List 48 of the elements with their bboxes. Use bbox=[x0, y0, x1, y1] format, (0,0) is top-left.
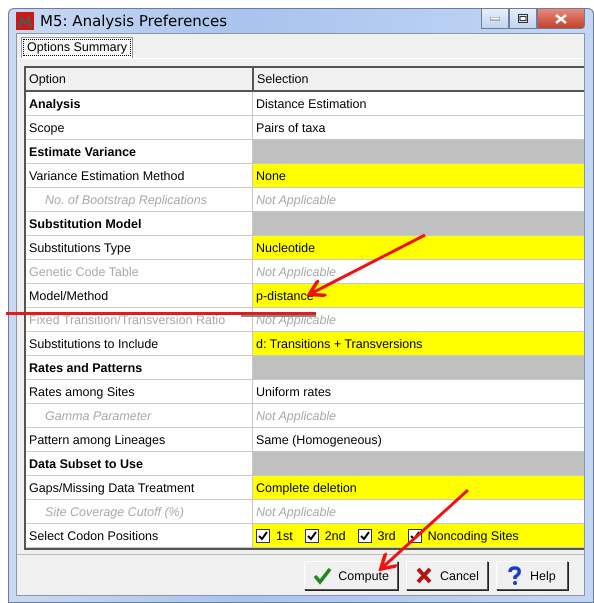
option-label: Substitutions to Include bbox=[26, 332, 252, 356]
minimize-button[interactable] bbox=[481, 9, 509, 29]
selection-value[interactable]: Complete deletion bbox=[252, 476, 584, 500]
tab[interactable]: Options Summary bbox=[21, 37, 134, 58]
checkbox-label[interactable]: 3rd bbox=[378, 528, 396, 542]
maximize-icon bbox=[518, 14, 528, 23]
check-icon bbox=[313, 566, 332, 585]
x-icon bbox=[415, 566, 434, 585]
cancel-button[interactable]: Cancel bbox=[406, 561, 488, 590]
checkbox[interactable] bbox=[358, 528, 372, 542]
option-label: Analysis bbox=[26, 92, 252, 116]
option-label: Genetic Code Table bbox=[26, 260, 252, 284]
option-label: Rates among Sites bbox=[26, 380, 252, 404]
option-label: Gamma Parameter bbox=[26, 404, 252, 428]
option-label: Pattern among Lineages bbox=[26, 428, 252, 452]
checkbox[interactable] bbox=[304, 528, 319, 542]
selection-value[interactable]: None bbox=[252, 164, 584, 188]
app-logo-icon bbox=[16, 12, 34, 30]
option-label: Gaps/Missing Data Treatment bbox=[26, 476, 252, 500]
checkbox[interactable] bbox=[256, 528, 270, 542]
selection-value[interactable]: Nucleotide bbox=[252, 236, 584, 260]
option-label: Rates and Patterns bbox=[26, 356, 252, 380]
option-label: Data Subset to Use bbox=[26, 452, 252, 476]
close-button[interactable] bbox=[537, 9, 585, 29]
window-title: M5: Analysis Preferences bbox=[40, 12, 228, 30]
option-label: Select Codon Positions bbox=[26, 524, 252, 548]
option-label: Variance Estimation Method bbox=[26, 164, 252, 188]
option-label: Scope bbox=[26, 116, 252, 140]
checkbox-label[interactable]: 1st bbox=[276, 528, 293, 542]
column-header[interactable]: Selection bbox=[252, 68, 584, 92]
option-label: Substitution Model bbox=[26, 212, 252, 236]
minimize-icon bbox=[490, 16, 500, 20]
selection-value[interactable]: d: Transitions + Transversions bbox=[252, 332, 584, 356]
maximize-button[interactable] bbox=[509, 9, 537, 29]
close-icon bbox=[555, 14, 567, 24]
checkbox-label[interactable]: 2nd bbox=[324, 528, 346, 542]
option-label: Substitutions Type bbox=[26, 236, 252, 260]
selection-value[interactable]: Distance Estimation bbox=[252, 92, 584, 116]
option-label: Model/Method bbox=[26, 284, 252, 308]
compute-button[interactable]: Compute bbox=[304, 561, 398, 590]
option-label: No. of Bootstrap Replications bbox=[26, 188, 252, 212]
help-button[interactable]: Help bbox=[496, 561, 568, 590]
option-label: Estimate Variance bbox=[26, 140, 252, 164]
option-label: Site Coverage Cutoff (%) bbox=[26, 500, 252, 524]
checkbox-label[interactable]: Noncoding Sites bbox=[428, 528, 519, 542]
selection-value[interactable]: p-distance bbox=[252, 284, 584, 308]
selection-value[interactable]: Uniform rates bbox=[252, 380, 584, 404]
column-header[interactable]: Option bbox=[26, 68, 252, 92]
